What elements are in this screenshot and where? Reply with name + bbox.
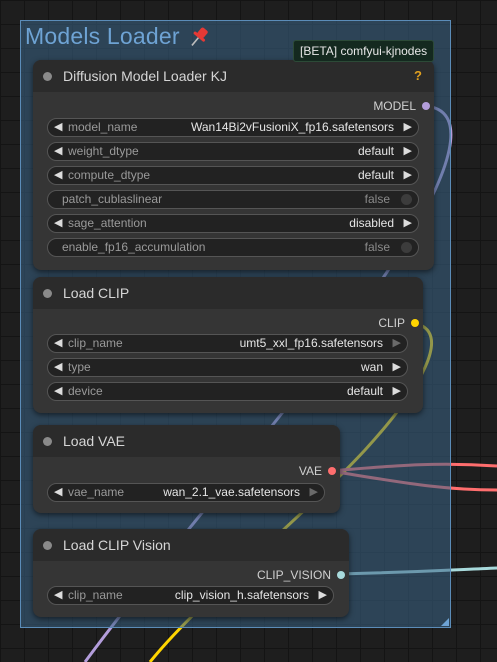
collapse-dot-icon[interactable] [43, 437, 52, 446]
collapse-dot-icon[interactable] [43, 72, 52, 81]
widget-model-name[interactable]: ◀ model_name Wan14Bi2vFusioniX_fp16.safe… [47, 118, 419, 137]
group-title[interactable]: Models Loader [25, 23, 180, 50]
widget-label: compute_dtype [68, 168, 151, 182]
widget-weight-dtype[interactable]: ◀ weight_dtype default ▶ [47, 142, 419, 161]
increment-arrow-icon[interactable]: ▶ [393, 359, 401, 376]
decrement-arrow-icon[interactable]: ◀ [54, 383, 62, 400]
widget-label: type [68, 360, 91, 374]
collapse-dot-icon[interactable] [43, 289, 52, 298]
increment-arrow-icon[interactable]: ▶ [404, 167, 412, 184]
output-label: MODEL [373, 99, 416, 113]
widget-label: device [68, 384, 103, 398]
node-header[interactable]: Load CLIP [33, 277, 423, 309]
widget-compute-dtype[interactable]: ◀ compute_dtype default ▶ [47, 166, 419, 185]
widget-enable-fp16-accumulation[interactable]: enable_fp16_accumulation false [47, 238, 419, 257]
widget-sage-attention[interactable]: ◀ sage_attention disabled ▶ [47, 214, 419, 233]
output-label: VAE [298, 464, 322, 478]
widget-clip-name[interactable]: ◀ clip_name umt5_xxl_fp16.safetensors ▶ [47, 334, 408, 353]
node-load-clip-vision[interactable]: Load CLIP Vision CLIP_VISION ◀ clip_name… [33, 529, 349, 617]
node-title: Load CLIP [63, 285, 130, 301]
widget-value: false [364, 240, 390, 254]
toggle-knob-icon[interactable] [401, 194, 412, 205]
increment-arrow-icon[interactable]: ▶ [393, 383, 401, 400]
widget-label: clip_name [68, 588, 123, 602]
output-label: CLIP_VISION [256, 568, 331, 582]
widget-label: model_name [68, 120, 138, 134]
widget-label: clip_name [68, 336, 123, 350]
increment-arrow-icon[interactable]: ▶ [319, 587, 327, 604]
package-badge: [BETA] comfyui-kjnodes [293, 40, 435, 62]
group-resize-handle[interactable] [441, 618, 449, 626]
increment-arrow-icon[interactable]: ▶ [404, 119, 412, 136]
clip-slot-icon[interactable] [411, 318, 419, 327]
widget-clip-vision-name[interactable]: ◀ clip_name clip_vision_h.safetensors ▶ [47, 586, 334, 605]
node-title: Load CLIP Vision [63, 537, 171, 553]
node-header[interactable]: Load VAE [33, 425, 340, 457]
widget-label: vae_name [68, 485, 125, 499]
widget-value: default [346, 384, 383, 398]
widget-type[interactable]: ◀ type wan ▶ [47, 358, 408, 377]
widget-value: clip_vision_h.safetensors [174, 588, 309, 602]
decrement-arrow-icon[interactable]: ◀ [54, 335, 62, 352]
node-diffusion-model-loader[interactable]: Diffusion Model Loader KJ ? MODEL ◀ mode… [33, 60, 434, 270]
widget-label: enable_fp16_accumulation [62, 240, 206, 254]
output-slot-model[interactable]: MODEL [373, 99, 430, 113]
decrement-arrow-icon[interactable]: ◀ [54, 119, 62, 136]
node-header[interactable]: Load CLIP Vision [33, 529, 349, 561]
decrement-arrow-icon[interactable]: ◀ [54, 359, 62, 376]
widget-vae-name[interactable]: ◀ vae_name wan_2.1_vae.safetensors ▶ [47, 483, 325, 502]
widget-value: default [357, 144, 394, 158]
widget-label: sage_attention [68, 216, 147, 230]
widget-value: wan_2.1_vae.safetensors [163, 485, 300, 499]
collapse-dot-icon[interactable] [43, 541, 52, 550]
clip-vision-slot-icon[interactable] [337, 570, 345, 579]
pushpin-icon[interactable] [186, 24, 212, 50]
widget-value: default [357, 168, 394, 182]
widget-label: patch_cublaslinear [62, 192, 163, 206]
decrement-arrow-icon[interactable]: ◀ [54, 587, 62, 604]
toggle-knob-icon[interactable] [401, 242, 412, 253]
decrement-arrow-icon[interactable]: ◀ [54, 484, 62, 501]
increment-arrow-icon[interactable]: ▶ [404, 215, 412, 232]
decrement-arrow-icon[interactable]: ◀ [54, 143, 62, 160]
node-title: Load VAE [63, 433, 126, 449]
model-slot-icon[interactable] [422, 101, 430, 110]
vae-slot-icon[interactable] [328, 466, 336, 475]
increment-arrow-icon[interactable]: ▶ [393, 335, 401, 352]
increment-arrow-icon[interactable]: ▶ [310, 484, 318, 501]
decrement-arrow-icon[interactable]: ◀ [54, 215, 62, 232]
widget-value: false [364, 192, 390, 206]
node-header[interactable]: Diffusion Model Loader KJ ? [33, 60, 434, 92]
widget-value: disabled [349, 216, 394, 230]
node-load-clip[interactable]: Load CLIP CLIP ◀ clip_name umt5_xxl_fp16… [33, 277, 423, 413]
widget-device[interactable]: ◀ device default ▶ [47, 382, 408, 401]
output-slot-vae[interactable]: VAE [299, 464, 336, 478]
output-slot-clip-vision[interactable]: CLIP_VISION [257, 568, 345, 582]
widget-patch-cublaslinear[interactable]: patch_cublaslinear false [47, 190, 419, 209]
output-label: CLIP [378, 316, 405, 330]
widget-value: wan [360, 360, 383, 374]
help-icon[interactable]: ? [414, 68, 422, 83]
node-load-vae[interactable]: Load VAE VAE ◀ vae_name wan_2.1_vae.safe… [33, 425, 340, 513]
widget-value: umt5_xxl_fp16.safetensors [239, 336, 383, 350]
output-slot-clip[interactable]: CLIP [378, 316, 419, 330]
decrement-arrow-icon[interactable]: ◀ [54, 167, 62, 184]
increment-arrow-icon[interactable]: ▶ [404, 143, 412, 160]
node-title: Diffusion Model Loader KJ [63, 68, 227, 84]
widget-value: Wan14Bi2vFusioniX_fp16.safetensors [190, 120, 394, 134]
widget-label: weight_dtype [68, 144, 139, 158]
